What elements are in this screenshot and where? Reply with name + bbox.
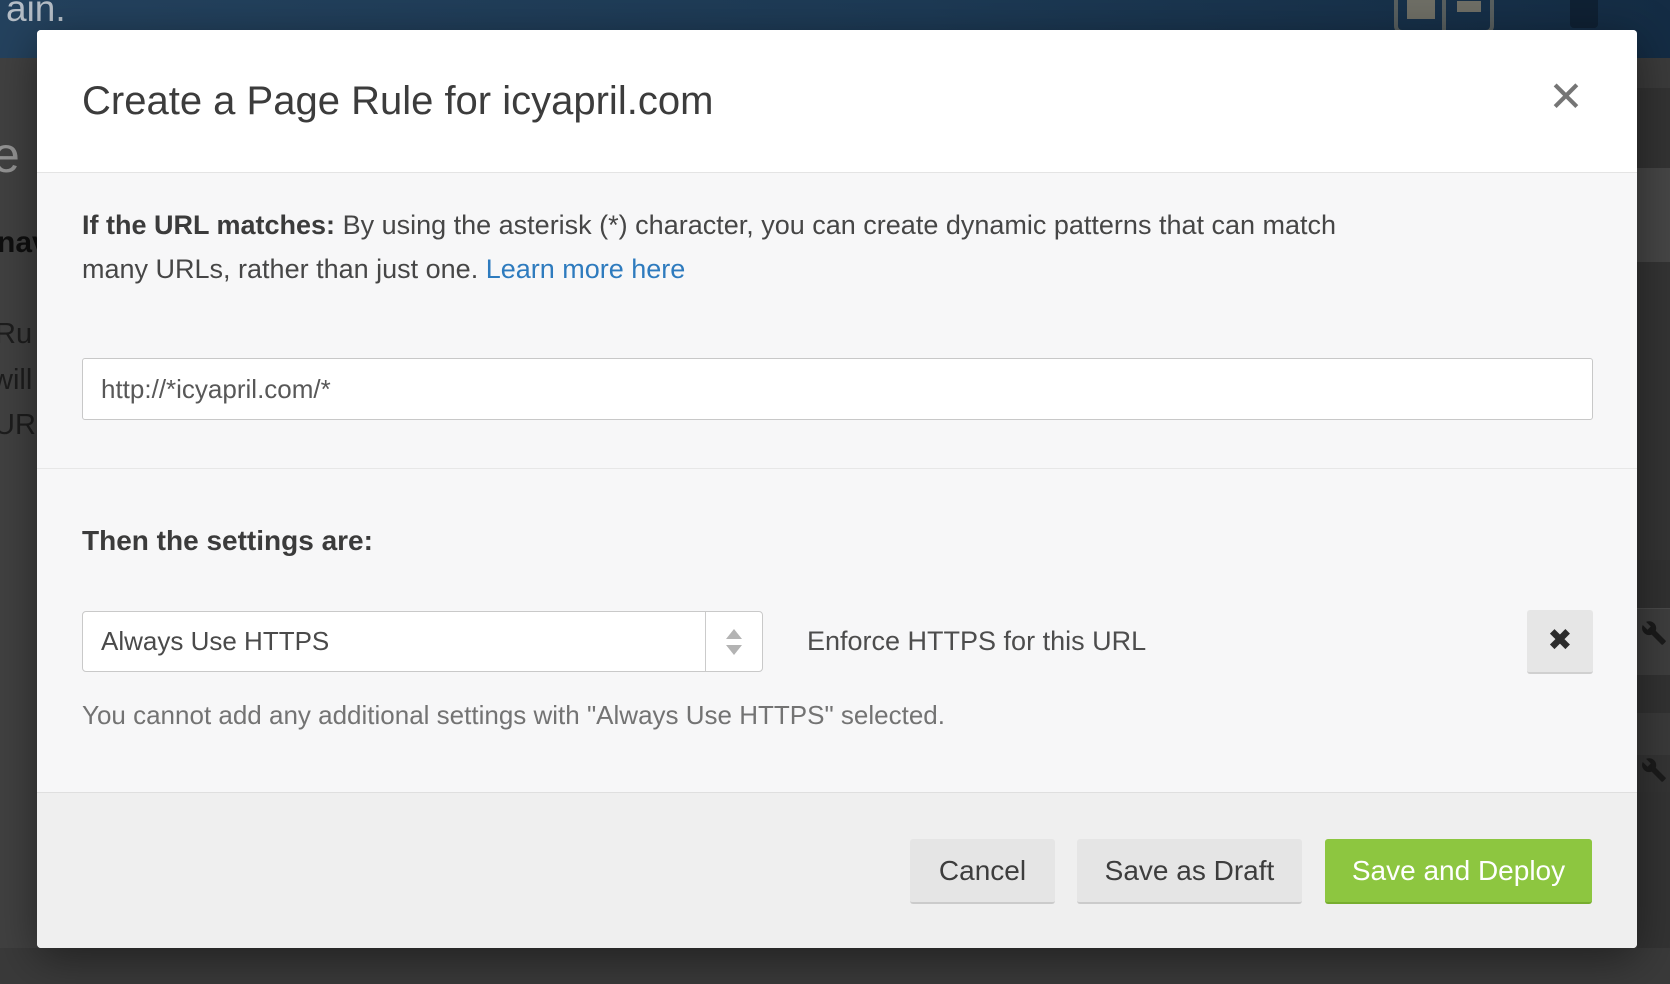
cancel-button[interactable]: Cancel <box>910 839 1055 904</box>
learn-more-link[interactable]: Learn more here <box>486 254 686 284</box>
layout-icon <box>1394 0 1494 34</box>
close-icon[interactable]: ✕ <box>1543 74 1589 120</box>
select-stepper-icon[interactable] <box>705 612 762 671</box>
wrench-icon <box>1641 757 1667 783</box>
wrench-icon <box>1641 620 1667 646</box>
modal-title: Create a Page Rule for icyapril.com <box>82 30 713 172</box>
setting-description: Enforce HTTPS for this URL <box>807 611 1146 672</box>
background-text-fragment: UR <box>0 409 36 442</box>
settings-heading: Then the settings are: <box>82 525 373 557</box>
url-match-label: If the URL matches: <box>82 210 343 240</box>
background-text-fragment: will <box>0 364 32 397</box>
settings-note: You cannot add any additional settings w… <box>82 700 945 731</box>
save-draft-button[interactable]: Save as Draft <box>1077 839 1302 904</box>
modal-footer: Cancel Save as Draft Save and Deploy <box>37 792 1637 948</box>
modal-header: Create a Page Rule for icyapril.com ✕ <box>37 30 1637 173</box>
divider <box>37 468 1637 469</box>
panel-icon <box>1570 0 1598 28</box>
select-value: Always Use HTTPS <box>101 612 329 671</box>
background-text-fragment: ain. <box>6 0 66 30</box>
setting-select[interactable]: Always Use HTTPS <box>82 611 763 672</box>
background-bottom-strip <box>0 948 1670 984</box>
url-match-description: If the URL matches: By using the asteris… <box>82 203 1552 291</box>
modal-body: If the URL matches: By using the asteris… <box>37 173 1637 792</box>
background-text-fragment: Ru <box>0 318 32 351</box>
url-pattern-input[interactable] <box>82 358 1593 420</box>
save-deploy-button[interactable]: Save and Deploy <box>1325 839 1592 904</box>
remove-setting-button[interactable]: ✖ <box>1527 610 1593 674</box>
remove-icon: ✖ <box>1547 624 1572 657</box>
page-rule-modal: Create a Page Rule for icyapril.com ✕ If… <box>37 30 1637 948</box>
background-text-fragment: e <box>0 126 20 184</box>
background-settings-strip <box>1637 58 1670 948</box>
